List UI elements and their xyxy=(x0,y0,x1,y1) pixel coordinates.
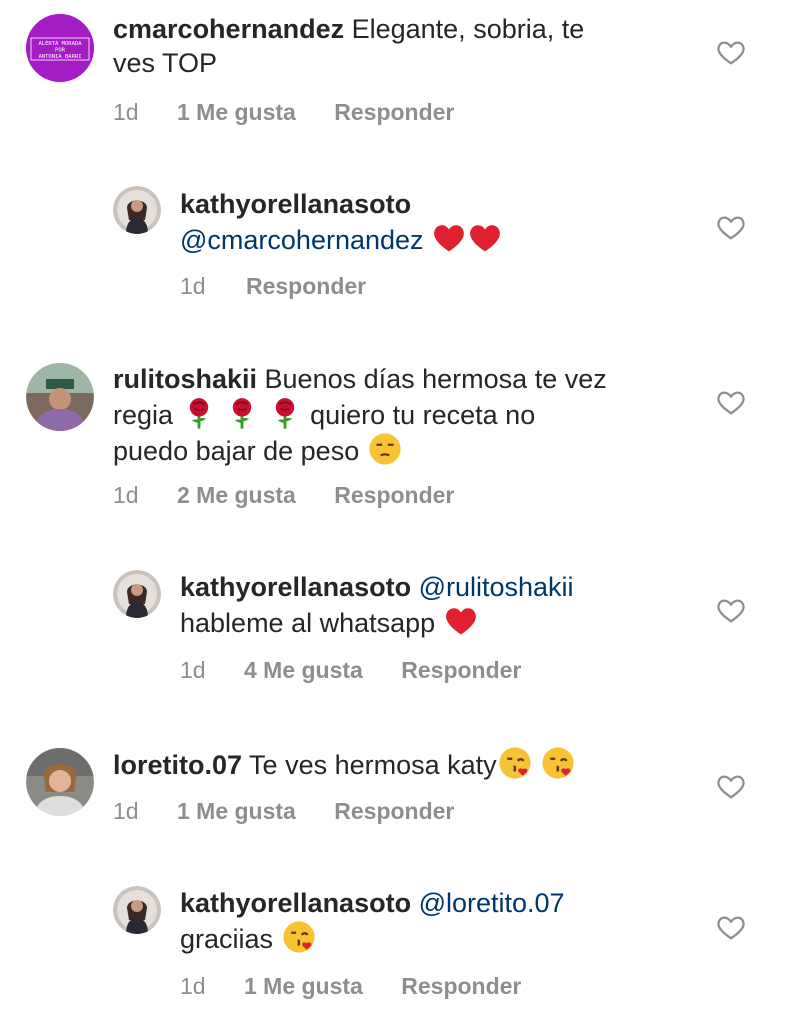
avatar[interactable] xyxy=(26,363,94,431)
avatar[interactable] xyxy=(113,186,161,234)
comment-body-3: quiero tu receta no xyxy=(302,400,536,430)
username-link[interactable]: kathyorellanasoto xyxy=(180,888,411,918)
profile-photo-icon xyxy=(113,186,161,234)
comment-body: hableme al whatsapp xyxy=(180,608,436,638)
kissing-face-icon xyxy=(541,746,575,780)
rose-icon xyxy=(268,396,302,430)
comment-body-1: Buenos días hermosa te vez xyxy=(257,364,607,394)
profile-photo-icon xyxy=(113,570,161,618)
comment-text: kathyorellanasoto @cmarcohernandez xyxy=(180,187,680,257)
comment-text: kathyorellanasoto @loretito.07 graciias xyxy=(180,886,700,956)
comment-text: cmarcohernandez Elegante, sobria, te ves… xyxy=(113,12,693,80)
timestamp: 1d xyxy=(180,973,206,999)
rose-icon xyxy=(225,396,259,430)
username-link[interactable]: loretito.07 xyxy=(113,750,242,780)
red-heart-icon xyxy=(468,221,502,255)
like-heart-icon[interactable] xyxy=(716,912,746,942)
like-heart-icon[interactable] xyxy=(716,595,746,625)
avatar-logo-line-3: ANTONIA BARRI xyxy=(38,54,81,60)
reply-button[interactable]: Responder xyxy=(334,99,454,126)
kissing-face-icon xyxy=(282,920,316,954)
red-heart-icon xyxy=(432,221,466,255)
like-heart-icon[interactable] xyxy=(716,387,746,417)
profile-photo-icon xyxy=(26,363,94,431)
mention-link[interactable]: @loretito.07 xyxy=(419,888,565,918)
comment-meta: 1d 1 Me gusta Responder xyxy=(180,973,521,1000)
comment-meta: 1d 1 Me gusta Responder xyxy=(113,798,454,825)
comment-meta: 1d 4 Me gusta Responder xyxy=(180,657,521,684)
timestamp: 1d xyxy=(113,99,139,125)
comment-text: kathyorellanasoto @rulitoshakii hableme … xyxy=(180,570,700,640)
timestamp: 1d xyxy=(113,482,139,508)
alerta-morada-logo-icon: ALERTA MORADA POR ANTONIA BARRI xyxy=(26,14,94,82)
timestamp: 1d xyxy=(180,273,206,299)
username-link[interactable]: kathyorellanasoto xyxy=(180,189,411,219)
mention-link[interactable]: @rulitoshakii xyxy=(419,572,574,602)
reply-button[interactable]: Responder xyxy=(334,798,454,825)
reply-button[interactable]: Responder xyxy=(246,273,366,300)
comment-body-2: regia xyxy=(113,400,174,430)
likes-count[interactable]: 1 Me gusta xyxy=(244,973,363,1000)
avatar[interactable] xyxy=(26,748,94,816)
reply-button[interactable]: Responder xyxy=(401,973,521,1000)
rose-icon xyxy=(182,396,216,430)
profile-photo-icon xyxy=(26,748,94,816)
comment-text: rulitoshakii Buenos días hermosa te vez … xyxy=(113,362,703,468)
reply-button[interactable]: Responder xyxy=(401,657,521,684)
comment-text: loretito.07 Te ves hermosa katy xyxy=(113,746,703,782)
kissing-face-icon xyxy=(498,746,532,780)
likes-count[interactable]: 1 Me gusta xyxy=(177,798,296,825)
like-heart-icon[interactable] xyxy=(716,212,746,242)
comment-body: Te ves hermosa katy xyxy=(242,750,497,780)
timestamp: 1d xyxy=(113,798,139,824)
avatar-logo-line-1: ALERTA MORADA xyxy=(38,41,82,47)
comment-body-4: puedo bajar de peso xyxy=(113,436,360,466)
likes-count[interactable]: 4 Me gusta xyxy=(244,657,363,684)
profile-photo-icon xyxy=(113,886,161,934)
likes-count[interactable]: 1 Me gusta xyxy=(177,99,296,126)
comment-meta: 1d 2 Me gusta Responder xyxy=(113,482,454,509)
username-link[interactable]: rulitoshakii xyxy=(113,364,257,394)
reply-button[interactable]: Responder xyxy=(334,482,454,509)
comment-meta: 1d Responder xyxy=(180,273,366,300)
timestamp: 1d xyxy=(180,657,206,683)
avatar[interactable]: ALERTA MORADA POR ANTONIA BARRI xyxy=(26,14,94,82)
username-link[interactable]: kathyorellanasoto xyxy=(180,572,411,602)
comment-body: graciias xyxy=(180,924,274,954)
likes-count[interactable]: 2 Me gusta xyxy=(177,482,296,509)
like-heart-icon[interactable] xyxy=(716,771,746,801)
comment-meta: 1d 1 Me gusta Responder xyxy=(113,99,454,126)
avatar[interactable] xyxy=(113,570,161,618)
unamused-face-icon xyxy=(368,432,402,466)
red-heart-icon xyxy=(444,604,478,638)
avatar[interactable] xyxy=(113,886,161,934)
mention-link[interactable]: @cmarcohernandez xyxy=(180,225,424,255)
like-heart-icon[interactable] xyxy=(716,37,746,67)
username-link[interactable]: cmarcohernandez xyxy=(113,14,344,44)
avatar-logo-line-2: POR xyxy=(55,48,66,54)
